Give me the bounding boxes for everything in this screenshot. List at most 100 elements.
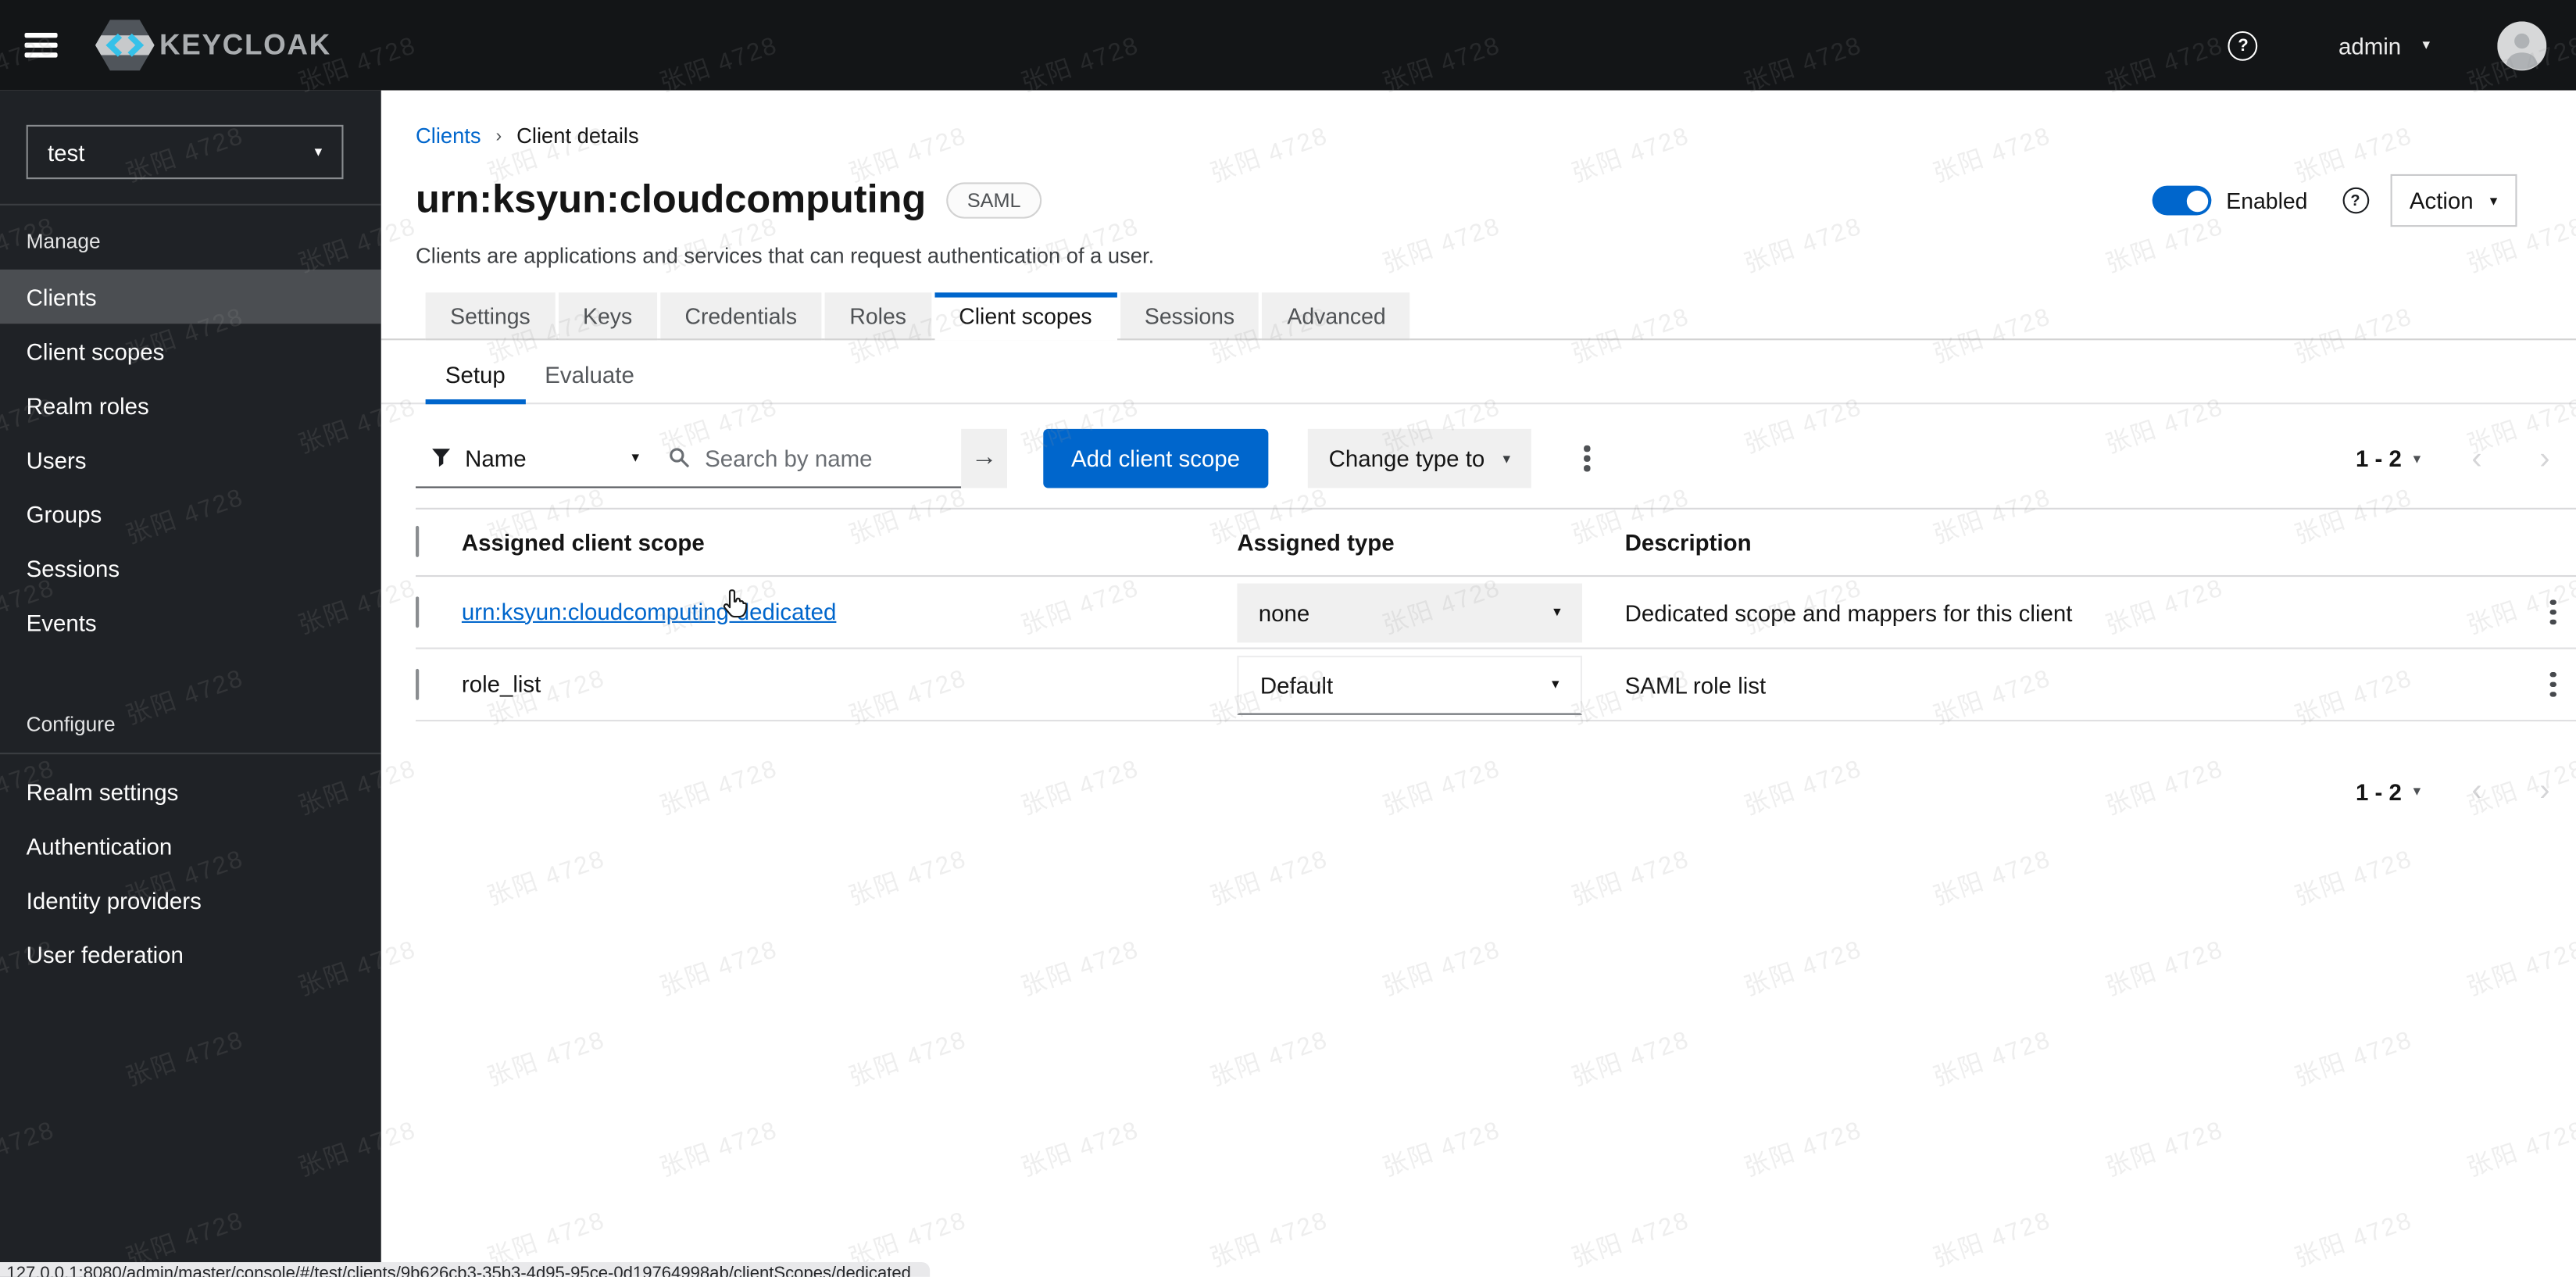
scope-name-cell: urn:ksyun:cloudcomputing-dedicated (462, 597, 1238, 627)
assigned-type-select[interactable]: Default ▾ (1237, 654, 1582, 714)
enabled-label: Enabled (2226, 188, 2308, 213)
page-header: urn:ksyun:cloudcomputing SAML Enabled ? … (416, 173, 2576, 227)
assigned-type-select[interactable]: none ▾ (1237, 582, 1582, 642)
tab-keys[interactable]: Keys (558, 292, 657, 341)
keycloak-logo-icon (95, 20, 155, 71)
column-header: Assigned client scope (461, 529, 705, 556)
subtabs: Setup Evaluate (381, 347, 2576, 405)
sidebar-item-clients[interactable]: Clients (0, 269, 381, 324)
search-box (656, 428, 962, 488)
row-checkbox[interactable] (416, 667, 420, 699)
breadcrumb-separator-icon: › (495, 125, 502, 146)
topbar-right: ? admin ▾ (2228, 20, 2547, 70)
global-help-icon[interactable]: ? (2228, 30, 2258, 60)
sidebar-item-events[interactable]: Events (0, 595, 381, 649)
breadcrumb-clients-link[interactable]: Clients (416, 123, 481, 148)
hamburger-menu-icon[interactable] (24, 33, 58, 58)
brand-name: KEYCLOAK (159, 27, 331, 61)
scope-description: SAML role list (1624, 671, 1767, 698)
keycloak-brand: KEYCLOAK (95, 20, 331, 71)
tab-advanced[interactable]: Advanced (1262, 292, 1411, 341)
toolbar-kebab-icon[interactable] (1574, 439, 1599, 478)
sidebar-item-sessions[interactable]: Sessions (0, 541, 381, 595)
top-bar: KEYCLOAK ? admin ▾ (0, 0, 2576, 91)
tab-sessions[interactable]: Sessions (1120, 292, 1259, 341)
action-dropdown[interactable]: Action ▾ (2389, 173, 2517, 227)
sidebar-item-groups[interactable]: Groups (0, 486, 381, 540)
avatar[interactable] (2497, 20, 2547, 70)
realm-selector[interactable]: test ▾ (26, 124, 344, 180)
table-row: role_list Default ▾ SAML role list (416, 649, 2576, 722)
arrow-right-icon: → (970, 443, 998, 472)
sidebar-nav: Manage Clients Client scopes Realm roles Use… (0, 206, 381, 982)
row-kebab-cell (2530, 593, 2576, 631)
client-scope-link[interactable]: urn:ksyun:cloudcomputing-dedicated (462, 597, 837, 624)
subtab-evaluate[interactable]: Evaluate (525, 347, 654, 405)
tab-credentials[interactable]: Credentials (659, 292, 822, 341)
tab-client-scopes[interactable]: Client scopes (934, 292, 1117, 341)
client-scope-name: role_list (461, 669, 541, 696)
chevron-down-icon: ▾ (1553, 603, 1561, 620)
column-header: Description (1624, 529, 1752, 556)
row-kebab-icon[interactable] (2541, 593, 2566, 631)
tabs: Settings Keys Credentials Roles Client scope… (381, 292, 2576, 341)
chevron-down-icon[interactable]: ▾ (2423, 36, 2431, 54)
row-kebab-icon[interactable] (2541, 665, 2566, 703)
sidebar-item-authentication[interactable]: Authentication (0, 818, 381, 872)
header-controls: Enabled ? Action ▾ (2152, 173, 2517, 227)
pagination-bottom: 1 - 2 ▾ ‹ › (416, 776, 2550, 807)
scope-name-cell: role_list (462, 670, 1238, 699)
nav-group-label-configure: Configure (26, 713, 116, 737)
chevron-down-icon: ▾ (2489, 191, 2498, 209)
protocol-badge: SAML (945, 182, 1042, 219)
user-menu[interactable]: admin (2338, 32, 2401, 59)
pagination-next-icon[interactable]: › (2539, 776, 2549, 807)
assigned-type-value: none (1258, 599, 1310, 626)
sidebar-item-users[interactable]: Users (0, 432, 381, 486)
add-client-scope-button[interactable]: Add client scope (1043, 428, 1268, 488)
tab-roles[interactable]: Roles (824, 292, 931, 341)
browser-status-bar: 127.0.0.1:8080/admin/master/console/#/te… (0, 1261, 931, 1277)
search-submit-button[interactable]: → (961, 428, 1008, 488)
table-row: urn:ksyun:cloudcomputing-dedicated none ▾ D… (416, 577, 2576, 649)
pagination-range: 1 - 2 (2355, 445, 2402, 472)
table-body: urn:ksyun:cloudcomputing-dedicated none ▾ D… (416, 577, 2576, 722)
tab-settings[interactable]: Settings (425, 292, 556, 341)
layout: test ▾ Manage Clients Client scopes Realm r… (0, 90, 2576, 1277)
help-icon[interactable]: ? (2342, 187, 2369, 214)
row-checkbox[interactable] (416, 596, 420, 628)
header-checkbox-cell (416, 525, 462, 557)
filter-label: Name (465, 444, 527, 471)
pagination-next-icon[interactable]: › (2539, 443, 2549, 474)
pagination-prev-icon[interactable]: ‹ (2471, 776, 2481, 807)
screenshot-stage: KEYCLOAK ? admin ▾ test ▾ Manage Clients C… (0, 0, 2576, 1277)
row-checkbox-cell (416, 596, 462, 628)
subtab-setup[interactable]: Setup (425, 347, 526, 405)
filter-funnel-icon (432, 449, 451, 467)
chevron-down-icon: ▾ (314, 142, 323, 159)
chevron-down-icon[interactable]: ▾ (2413, 782, 2421, 800)
divider (0, 753, 381, 755)
search-input[interactable] (701, 442, 949, 473)
change-type-label: Change type to (1328, 445, 1485, 472)
sidebar-item-realm-settings[interactable]: Realm settings (0, 764, 381, 818)
filter-dropdown[interactable]: Name ▾ (416, 428, 656, 488)
enabled-toggle[interactable] (2152, 185, 2212, 216)
chevron-down-icon: ▾ (631, 449, 639, 466)
chevron-down-icon[interactable]: ▾ (2413, 449, 2421, 467)
pagination-top: 1 - 2 ▾ ‹ › (2356, 443, 2550, 474)
breadcrumb: Clients › Client details (416, 123, 2576, 148)
sidebar-item-realm-roles[interactable]: Realm roles (0, 378, 381, 432)
chevron-down-icon: ▾ (1502, 449, 1510, 467)
search-icon (670, 448, 690, 468)
pagination-range: 1 - 2 (2355, 778, 2402, 805)
sidebar-item-client-scopes[interactable]: Client scopes (0, 324, 381, 377)
select-all-checkbox[interactable] (416, 525, 420, 557)
assigned-type-cell: Default ▾ (1237, 654, 1624, 714)
sidebar-item-user-federation[interactable]: User federation (0, 927, 381, 981)
column-header: Assigned type (1237, 529, 1395, 556)
sidebar-item-identity-providers[interactable]: Identity providers (0, 873, 381, 927)
pagination-prev-icon[interactable]: ‹ (2471, 443, 2481, 474)
breadcrumb-current: Client details (516, 123, 639, 148)
change-type-dropdown[interactable]: Change type to ▾ (1307, 428, 1532, 488)
